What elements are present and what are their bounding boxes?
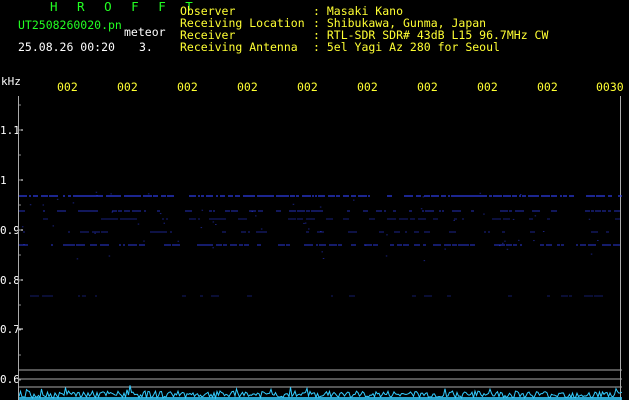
x-tick-label: 002: [417, 80, 438, 94]
noise-dot: [215, 224, 217, 226]
noise-dot: [385, 255, 388, 257]
noise-dot: [422, 196, 425, 198]
noise-dot: [111, 211, 114, 213]
noise-dot: [588, 218, 591, 220]
noise-dot: [143, 240, 145, 242]
noise-dot: [137, 223, 140, 225]
noise-dot: [201, 209, 204, 211]
noise-dot: [255, 215, 257, 217]
noise-dot: [444, 248, 446, 250]
x-tick-label: 002: [357, 80, 378, 94]
noise-dot: [52, 225, 55, 227]
noise-dot: [320, 230, 322, 232]
noise-dot: [483, 213, 485, 215]
noise-dot: [260, 228, 263, 230]
x-tick-label: 002: [237, 80, 258, 94]
noise-dot: [21, 226, 24, 228]
y-tick-label: 0.6: [0, 373, 20, 386]
noise-dot: [534, 215, 537, 217]
noise-dot: [597, 239, 599, 241]
y-tick-label: 1: [0, 174, 7, 187]
meteor-count: 3.: [139, 40, 153, 54]
noise-dot: [506, 248, 509, 250]
noise-dot: [29, 204, 32, 206]
y-tick-label: 0.8: [0, 274, 20, 287]
noise-dot: [364, 244, 367, 246]
noise-dot: [96, 195, 98, 197]
x-tick-label: 0030: [596, 80, 624, 94]
noise-dot: [94, 232, 96, 234]
noise-dot: [518, 239, 520, 241]
noise-dot: [200, 227, 203, 229]
x-tick-label: 002: [297, 80, 318, 94]
noise-dot: [353, 199, 355, 201]
noise-dot: [420, 208, 423, 210]
noise-dot: [479, 192, 482, 194]
noise-dot: [319, 206, 322, 208]
noise-dot: [498, 245, 501, 247]
noise-dot: [163, 222, 166, 224]
x-tick-label: 002: [177, 80, 198, 94]
noise-dot: [159, 213, 162, 215]
y-tick-label: 0.7: [0, 323, 20, 336]
noise-dot: [542, 231, 545, 233]
y-unit-label: kHz: [1, 75, 21, 88]
noise-dot: [212, 221, 215, 223]
y-tick-label: 0.9: [0, 224, 20, 237]
spectrogram-plot: [18, 96, 622, 400]
filename-label: UT2508260020.pn: [18, 18, 122, 32]
antenna-value: : 5el Yagi Az 280 for Seoul: [313, 40, 500, 54]
noise-dot: [519, 193, 522, 195]
x-tick-label: 002: [537, 80, 558, 94]
noise-dot: [177, 240, 180, 242]
noise-dot: [453, 219, 455, 221]
x-tick-label: 002: [57, 80, 78, 94]
noise-dot: [322, 257, 325, 259]
x-tick-label: 002: [117, 80, 138, 94]
x-tick-label: 002: [477, 80, 498, 94]
noise-dot: [251, 210, 254, 212]
noise-dot: [590, 253, 593, 255]
spectrogram-canvas: [19, 104, 622, 400]
noise-dot: [110, 193, 112, 195]
noise-dot: [303, 222, 305, 224]
noise-dot: [56, 198, 59, 200]
noise-dot: [42, 204, 45, 206]
noise-dot: [423, 260, 426, 262]
noise-dot: [502, 242, 504, 244]
noise-dot: [533, 240, 535, 242]
noise-dot: [147, 193, 150, 195]
datetime-label: 25.08.26 00:20: [18, 40, 115, 54]
noise-dot: [72, 202, 75, 204]
y-tick-label: 1.1: [0, 124, 20, 137]
noise-dot: [512, 218, 515, 220]
antenna-label: Receiving Antenna: [180, 40, 298, 54]
noise-dot: [321, 251, 323, 253]
noise-dot: [292, 203, 295, 205]
noise-dot: [308, 228, 310, 230]
noise-dot: [76, 258, 79, 260]
noise-dot: [304, 222, 307, 224]
noise-dot: [386, 234, 388, 236]
noise-dot: [504, 240, 506, 242]
meteor-label: meteor: [124, 25, 166, 39]
noise-dot: [212, 247, 214, 249]
noise-dot: [108, 255, 111, 257]
noise-dot: [23, 244, 25, 246]
noise-dot: [95, 191, 98, 193]
app-title: H R O F F T: [50, 0, 199, 14]
